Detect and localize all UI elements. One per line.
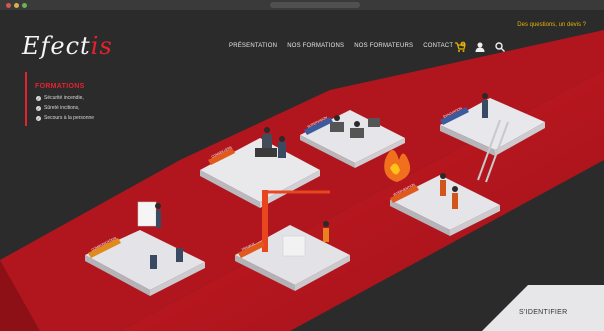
formation-item[interactable]: ✓ Sécurité incendie, (36, 95, 84, 101)
site-logo[interactable]: Efectis (22, 32, 113, 60)
nav-item-formateurs[interactable]: NOS FORMATEURS (354, 43, 413, 53)
user-icon[interactable] (474, 41, 486, 53)
logo-text: Efect (22, 32, 91, 60)
check-icon: ✓ (36, 105, 41, 111)
identify-button[interactable]: S'IDENTIFIER (519, 309, 568, 316)
check-icon: ✓ (36, 115, 41, 121)
close-window-icon[interactable] (6, 3, 11, 8)
main-nav: PRÉSENTATION NOS FORMATIONS NOS FORMATEU… (229, 43, 453, 53)
formation-item-label: Sûreté incitions, (44, 105, 80, 111)
quote-link[interactable]: Des questions, un devis ? (517, 22, 586, 28)
cart-icon[interactable]: 0 (454, 41, 466, 53)
identify-corner[interactable] (468, 285, 604, 331)
maximize-window-icon[interactable] (22, 3, 27, 8)
cart-count: 0 (462, 42, 464, 46)
page-viewport: CONSEILLERS SUPERVISION ÉVACUATION INTER… (0, 10, 604, 331)
screen: CONSEILLERS SUPERVISION ÉVACUATION INTER… (0, 0, 604, 331)
nav-icons: 0 (454, 41, 506, 53)
formations-accent-bar (25, 72, 27, 126)
formation-item-label: Secours à la personne (44, 115, 95, 121)
formation-item[interactable]: ✓ Secours à la personne (36, 115, 94, 121)
url-field[interactable] (270, 2, 360, 8)
formations-title: FORMATIONS (35, 83, 85, 90)
formation-item-label: Sécurité incendie, (44, 95, 84, 101)
nav-item-presentation[interactable]: PRÉSENTATION (229, 43, 277, 53)
check-icon: ✓ (36, 95, 41, 101)
nav-item-formations[interactable]: NOS FORMATIONS (287, 43, 344, 53)
search-icon[interactable] (494, 41, 506, 53)
formation-item[interactable]: ✓ Sûreté incitions, (36, 105, 80, 111)
logo-text-accent: is (90, 32, 113, 60)
nav-item-contact[interactable]: CONTACT (423, 43, 453, 53)
minimize-window-icon[interactable] (14, 3, 19, 8)
